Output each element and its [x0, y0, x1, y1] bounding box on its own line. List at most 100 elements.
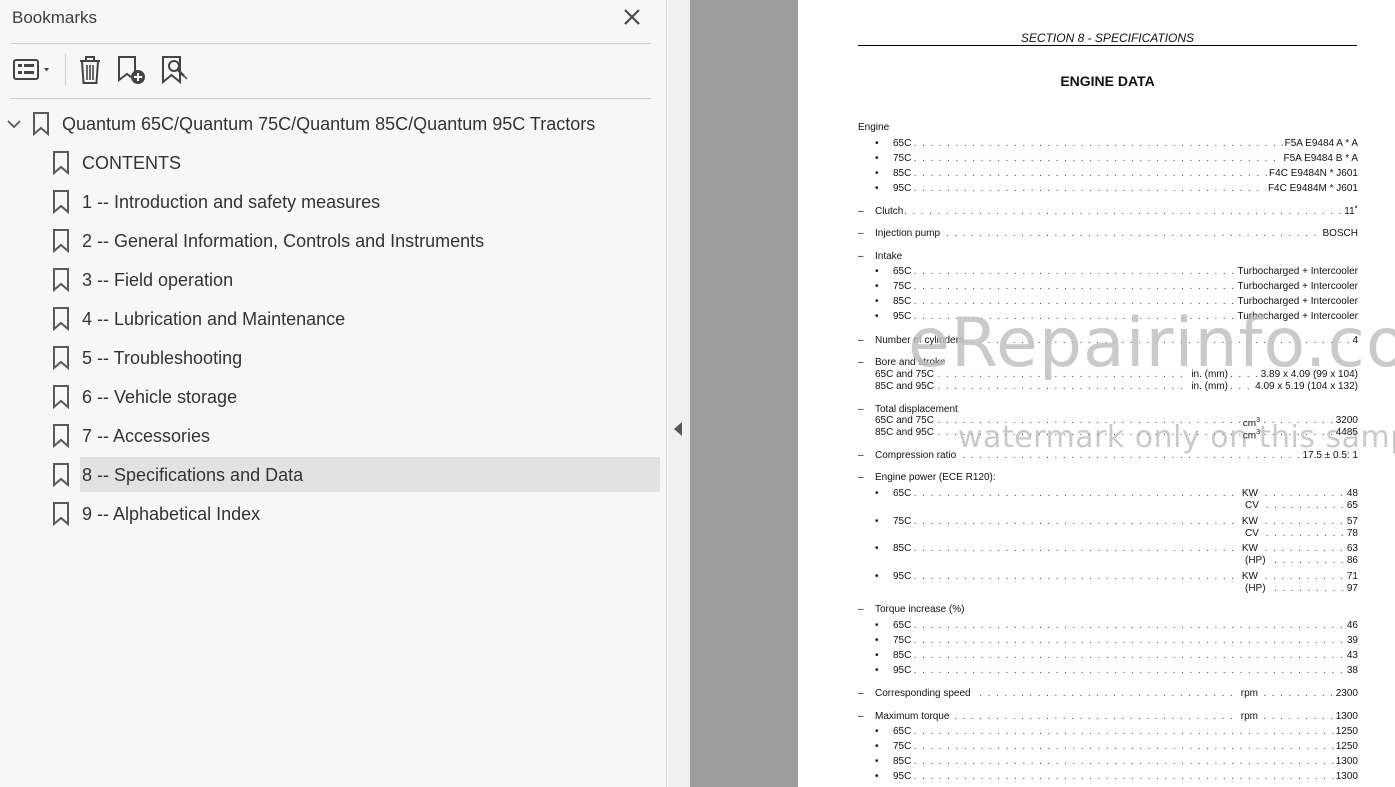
torque-increase-row: • 85C. . . . . . . . . . . . . . . . . . … [875, 649, 1358, 662]
max-torque-model-row: • 75C. . . . . . . . . . . . . . . . . . … [875, 740, 1358, 753]
bookmark-label: 9 -- Alphabetical Index [82, 504, 261, 524]
close-icon[interactable] [618, 4, 646, 30]
spec-label: 65C [893, 265, 914, 278]
bullet: • [875, 726, 879, 737]
spec-value: 4 [1350, 334, 1358, 347]
spec-label: Intake [875, 250, 905, 263]
find-bookmark-button[interactable] [158, 52, 194, 88]
bookmark-label: 1 -- Introduction and safety measures [82, 192, 381, 212]
add-bookmark-button[interactable] [114, 52, 150, 88]
power-row-alt: CV. . . . . . . . . . . . . . . . . . . … [1245, 499, 1358, 512]
dot-leader: . . . . . . . . . . . . . . . . . . . . … [879, 427, 1358, 438]
dot-leader: . . . . . . . . . . . . . . . . . . . . … [879, 228, 1358, 239]
dot-leader: . . . . . . . . . . . . . . . . . . . . … [1249, 527, 1358, 539]
bookmark-item[interactable]: 8 -- Specifications and Data [0, 457, 667, 493]
spec-value: 43 [1344, 649, 1358, 662]
bullet: – [858, 251, 864, 262]
bookmark-item[interactable]: 6 -- Vehicle storage [0, 379, 667, 415]
bookmark-item[interactable]: 1 -- Introduction and safety measures [0, 184, 667, 220]
bullet: • [875, 570, 879, 582]
bookmark-icon [53, 385, 69, 409]
bullet: • [875, 543, 879, 554]
spec-value: 1300 [1333, 755, 1358, 768]
delete-icon [80, 56, 100, 84]
bookmark-item[interactable]: 5 -- Troubleshooting [0, 340, 667, 376]
spec-label: Maximum torque [875, 710, 952, 723]
engine-row: • 85C. . . . . . . . . . . . . . . . . . … [875, 167, 1358, 180]
spec-label: 85C and 95C [875, 380, 936, 393]
bookmark-item[interactable]: 2 -- General Information, Controls and I… [0, 223, 667, 259]
bookmarks-panel: Bookmarks Quantum 65C/Quantum 75C/Quantu… [0, 0, 667, 787]
document-viewer[interactable]: SECTION 8 - SPECIFICATIONS ENGINE DATA e… [690, 0, 1395, 787]
bookmark-item[interactable]: 7 -- Accessories [0, 418, 667, 454]
spec-value: 2300 [1333, 687, 1358, 700]
torque-increase-row: • 95C. . . . . . . . . . . . . . . . . . … [875, 664, 1358, 677]
spec-value: 1300 [1333, 770, 1358, 783]
bullet: • [875, 296, 879, 307]
bookmark-item[interactable]: 4 -- Lubrication and Maintenance [0, 301, 667, 337]
dot-leader: . . . . . . . . . . . . . . . . . . . . … [897, 635, 1358, 646]
dot-leader: . . . . . . . . . . . . . . . . . . . . … [897, 771, 1358, 782]
toolbar-divider [11, 98, 651, 99]
spec-value: 78 [1344, 526, 1358, 540]
spec-value: F4C E9484N * J601 [1267, 167, 1358, 180]
bullet: • [875, 183, 879, 194]
spec-value: 17.5 ± 0.5: 1 [1300, 449, 1358, 462]
power-row-alt: (HP). . . . . . . . . . . . . . . . . . … [1245, 581, 1358, 595]
spec-value: 4485 [1333, 426, 1358, 439]
clutch-row: – Clutch. . . . . . . . . . . . . . . . .… [858, 205, 1358, 218]
spec-label: CV [1245, 499, 1261, 512]
spec-unit: rpm [1238, 687, 1260, 700]
bookmark-label: CONTENTS [82, 153, 181, 173]
intake-row: • 65C. . . . . . . . . . . . . . . . . . … [875, 265, 1358, 278]
torque-increase-heading: – Torque increase (%) [858, 603, 1358, 616]
bookmark-label: 8 -- Specifications and Data [82, 465, 304, 485]
displacement-row: 85C and 95C. . . . . . . . . . . . . . .… [875, 426, 1358, 443]
dot-leader: . . . . . . . . . . . . . . . . . . . . … [897, 741, 1358, 752]
bullet: • [875, 138, 879, 149]
bookmark-item[interactable]: 3 -- Field operation [0, 262, 667, 298]
bookmark-root[interactable]: Quantum 65C/Quantum 75C/Quantum 85C/Quan… [0, 106, 667, 142]
max-torque-model-row: • 85C. . . . . . . . . . . . . . . . . . … [875, 755, 1358, 768]
compression-row: – Compression ratio. . . . . . . . . . . … [858, 449, 1358, 462]
bullet: • [875, 665, 879, 676]
spec-value: 97 [1344, 581, 1358, 595]
injection-row: – Injection pump. . . . . . . . . . . . .… [858, 227, 1358, 240]
bookmark-options-button[interactable] [10, 52, 56, 88]
bookmark-item[interactable]: CONTENTS [0, 145, 667, 181]
spec-label: Number of cylinders [875, 334, 966, 347]
bookmark-label: 5 -- Troubleshooting [82, 348, 243, 368]
panel-splitter[interactable] [668, 0, 690, 787]
bullet: • [875, 635, 879, 646]
bullet: • [875, 771, 879, 782]
bookmark-label: 2 -- General Information, Controls and I… [82, 231, 485, 251]
spec-label: 85C [893, 755, 914, 768]
delete-bookmark-button[interactable] [74, 52, 106, 88]
collapse-arrow-icon[interactable] [674, 422, 682, 436]
bullet: • [875, 756, 879, 767]
bullet: • [875, 741, 879, 752]
spec-label: 95C [893, 770, 914, 783]
intake-row: • 95C. . . . . . . . . . . . . . . . . . … [875, 310, 1358, 323]
chevron-down-icon[interactable] [6, 117, 22, 131]
spec-label: 75C [893, 152, 914, 165]
bullet: – [858, 206, 864, 217]
spec-label: Corresponding speed [875, 687, 973, 700]
spec-value: 1300 [1333, 710, 1358, 723]
spec-value: 1250 [1333, 725, 1358, 738]
bookmark-label: 3 -- Field operation [82, 270, 234, 290]
bookmark-icon [53, 502, 69, 526]
bore-row: 85C and 95C. . . . . . . . . . . . . . .… [875, 380, 1358, 393]
spec-label: 65C [893, 137, 914, 150]
spec-label: 95C [893, 310, 914, 323]
spec-value: 11˚ [1342, 205, 1358, 218]
spec-label: Clutch [875, 205, 906, 218]
intake-heading: – Intake [858, 250, 1358, 263]
bookmark-icon [53, 307, 69, 331]
document-page: SECTION 8 - SPECIFICATIONS ENGINE DATA e… [798, 0, 1395, 787]
pdf-reader-window: Bookmarks Quantum 65C/Quantum 75C/Quantu… [0, 0, 1395, 787]
spec-label: 85C [893, 649, 914, 662]
bookmark-item[interactable]: 9 -- Alphabetical Index [0, 496, 667, 532]
spec-value: 4.09 x 5.19 (104 x 132) [1253, 380, 1358, 393]
spec-label: 75C [893, 634, 914, 647]
